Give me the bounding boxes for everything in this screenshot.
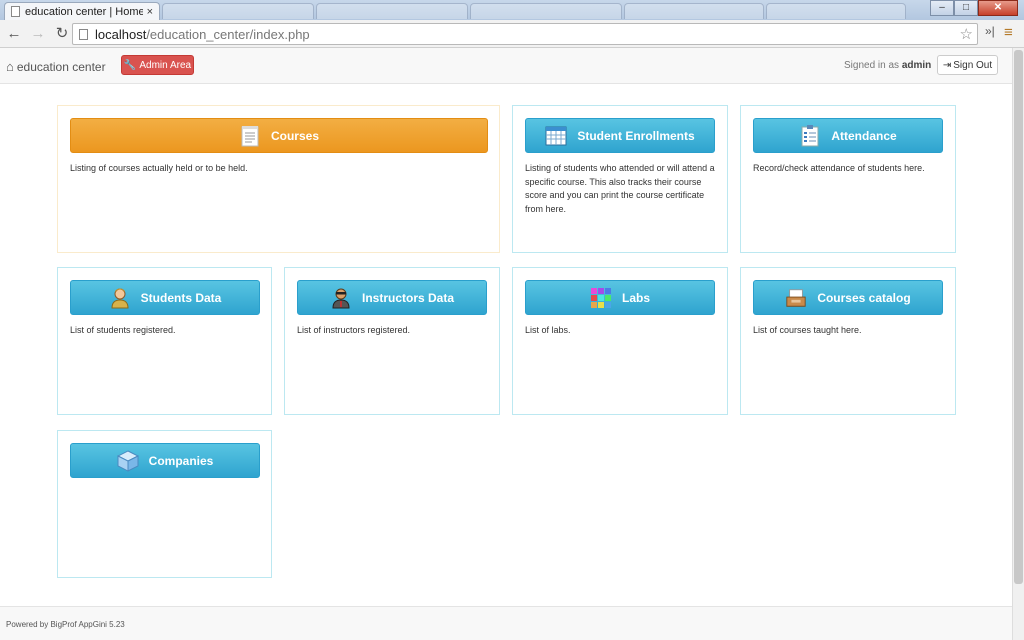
maximize-icon[interactable]: □ [954, 0, 978, 16]
forward-arrow-icon[interactable]: → [28, 24, 48, 44]
students-data-button[interactable]: Students Data [70, 280, 260, 315]
courses-label: Courses [270, 128, 320, 143]
courses-description: Listing of courses actually held or to b… [70, 163, 248, 173]
scrollbar-thumb[interactable] [1014, 50, 1023, 584]
signed-in-prefix: Signed in as [844, 60, 900, 71]
labs-label: Labs [621, 290, 650, 305]
companies-label: Companies [148, 453, 214, 468]
reload-icon[interactable]: ↻ [52, 24, 72, 44]
sign-out-label: Sign Out [953, 59, 993, 71]
browser-tab[interactable] [470, 3, 622, 19]
browser-tab[interactable] [316, 3, 468, 19]
tile-instructors-data: Instructors Data List of instructors reg… [284, 267, 500, 415]
browser-titlebar: education center | Homep × – □ ✕ [0, 0, 1024, 20]
attendance-description: Record/check attendance of students here… [753, 163, 925, 173]
url-host: localhost [95, 26, 147, 42]
courses-catalog-button[interactable]: Courses catalog [753, 280, 943, 315]
courses-button[interactable]: Courses [70, 118, 488, 153]
vertical-scrollbar[interactable] [1012, 48, 1024, 640]
tile-courses: Courses Listing of courses actually held… [57, 105, 500, 253]
catalog-icon [785, 287, 807, 309]
page-content: ⌂ education center 🔧 Admin Area Signed i… [0, 48, 1012, 640]
student-enrollments-description: Listing of students who attended or will… [525, 163, 715, 214]
student-enrollments-label: Student Enrollments [577, 128, 695, 143]
signed-in-text: Signed in as admin [844, 60, 931, 71]
companies-button[interactable]: Companies [70, 443, 260, 478]
window-close-icon[interactable]: ✕ [978, 0, 1018, 16]
page-icon [79, 28, 88, 40]
extensions-chevron-icon[interactable]: »| [985, 24, 995, 38]
menu-icon[interactable]: ≡ [1004, 24, 1013, 41]
notepad-icon [239, 125, 261, 147]
checklist-icon [799, 124, 821, 147]
tile-labs: Labs List of labs. [512, 267, 728, 415]
courses-catalog-label: Courses catalog [817, 290, 911, 305]
labs-button[interactable]: Labs [525, 280, 715, 315]
tab-close-icon[interactable]: × [147, 6, 153, 18]
students-data-description: List of students registered. [70, 325, 176, 335]
footer: Powered by BigProf AppGini 5.23 [0, 606, 1012, 640]
students-data-label: Students Data [140, 290, 222, 305]
browser-tab[interactable] [624, 3, 764, 19]
tab-title: education center | Homep [25, 5, 143, 18]
tile-companies: Companies [57, 430, 272, 578]
student-icon [109, 287, 131, 309]
url-path: /education_center/index.php [146, 26, 310, 42]
signed-in-user: admin [901, 60, 932, 71]
tile-students-data: Students Data List of students registere… [57, 267, 272, 415]
bookmark-star-icon[interactable]: ☆ [960, 25, 973, 43]
tile-courses-catalog: Courses catalog List of courses taught h… [740, 267, 956, 415]
sign-out-icon: ⇥ [942, 59, 952, 71]
instructors-data-button[interactable]: Instructors Data [297, 280, 487, 315]
brand-link[interactable]: ⌂ education center [6, 59, 106, 74]
cube-icon [116, 449, 139, 472]
address-bar: ← → ↻ localhost/education_center/index.p… [0, 20, 1024, 48]
tile-attendance: Attendance Record/check attendance of st… [740, 105, 956, 253]
wrench-icon: 🔧 [123, 59, 137, 71]
page-icon [11, 6, 20, 17]
home-icon: ⌂ [6, 59, 14, 74]
courses-catalog-description: List of courses taught here. [753, 325, 862, 335]
attendance-button[interactable]: Attendance [753, 118, 943, 153]
tile-student-enrollments: Student Enrollments Listing of students … [512, 105, 728, 253]
back-arrow-icon[interactable]: ← [4, 24, 24, 44]
browser-tab-active[interactable]: education center | Homep × [4, 2, 160, 20]
admin-area-label: Admin Area [139, 59, 192, 71]
attendance-label: Attendance [831, 128, 897, 143]
sign-out-button[interactable]: ⇥ Sign Out [937, 55, 998, 75]
url-field[interactable]: localhost/education_center/index.php ☆ [72, 23, 978, 45]
labs-description: List of labs. [525, 325, 571, 335]
browser-tab[interactable] [162, 3, 314, 19]
instructors-data-description: List of instructors registered. [297, 325, 411, 335]
calendar-grid-icon [545, 125, 567, 147]
instructor-icon [330, 287, 352, 309]
instructors-data-label: Instructors Data [361, 290, 455, 305]
footer-text: Powered by BigProf AppGini 5.23 [6, 620, 125, 629]
app-navbar: ⌂ education center 🔧 Admin Area Signed i… [0, 48, 1012, 84]
window-controls: – □ ✕ [930, 0, 1018, 16]
brand-label: education center [16, 59, 106, 74]
minimize-icon[interactable]: – [930, 0, 954, 16]
admin-area-button[interactable]: 🔧 Admin Area [121, 55, 194, 75]
browser-tab[interactable] [766, 3, 906, 19]
color-grid-icon [590, 287, 612, 309]
student-enrollments-button[interactable]: Student Enrollments [525, 118, 715, 153]
